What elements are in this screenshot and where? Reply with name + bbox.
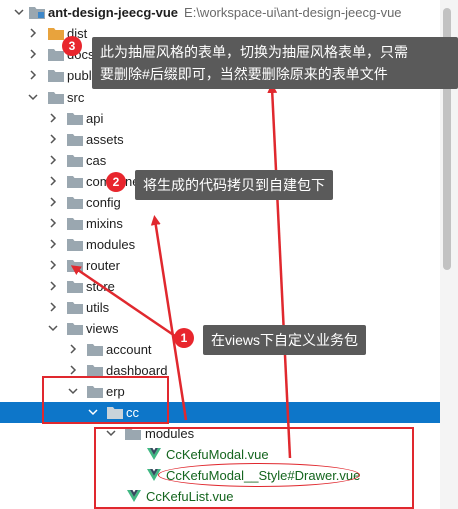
callout-3: 此为抽屉风格的表单，切换为抽屉风格表单，只需 要删除#后缀即可，当然要删除原来的…: [92, 37, 458, 89]
badge-1: 1: [174, 328, 194, 348]
badge-3: 3: [62, 36, 82, 56]
badge-2: 2: [106, 172, 126, 192]
arrow-2: [150, 215, 188, 421]
arrow-1: [70, 265, 179, 340]
callout-2: 将生成的代码拷贝到自建包下: [135, 170, 333, 200]
callout-3-line1: 此为抽屉风格的表单，切换为抽屉风格表单，只需: [100, 44, 408, 60]
arrow-3: [267, 83, 292, 459]
callout-1: 在views下自定义业务包: [203, 325, 367, 355]
callout-3-line2: 要删除#后缀即可，当然要删除原来的表单文件: [100, 66, 388, 82]
